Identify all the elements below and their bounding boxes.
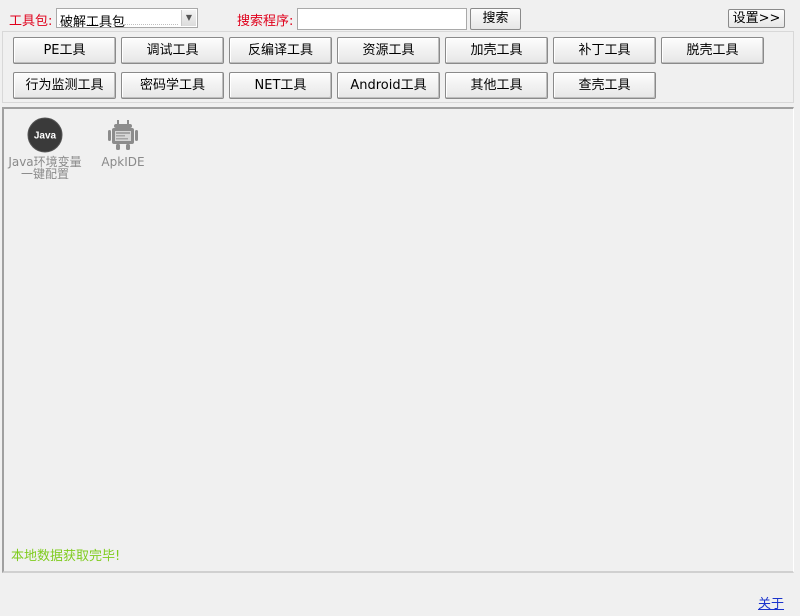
- tool-list-panel: Java Java环境变量一键配置 ApkIDE 本地数据获取完毕!: [2, 107, 794, 573]
- tool-item-label: ApkIDE: [101, 155, 145, 169]
- apkide-icon[interactable]: [105, 117, 141, 153]
- category-resource-tools[interactable]: 资源工具: [337, 37, 440, 64]
- search-input[interactable]: [297, 8, 467, 30]
- category-behavior-monitor-tools[interactable]: 行为监测工具: [13, 72, 116, 99]
- category-unpack-tools[interactable]: 脱壳工具: [661, 37, 764, 64]
- category-decompile-tools[interactable]: 反编译工具: [229, 37, 332, 64]
- search-button[interactable]: 搜索: [470, 8, 521, 30]
- package-select[interactable]: 破解工具包 ▼: [56, 8, 198, 30]
- app-window: 工具包: 破解工具包 ▼ 搜索程序: 搜索 设置>> PE工具 调试工具 反编译…: [0, 0, 800, 616]
- category-patch-tools[interactable]: 补丁工具: [553, 37, 656, 64]
- chevron-down-icon[interactable]: ▼: [181, 10, 196, 26]
- package-label: 工具包:: [9, 14, 53, 29]
- category-net-tools[interactable]: NET工具: [229, 72, 332, 99]
- category-detect-packer-tools[interactable]: 查壳工具: [553, 72, 656, 99]
- category-android-tools[interactable]: Android工具: [337, 72, 440, 99]
- tool-item-java-env[interactable]: Java Java环境变量一键配置: [7, 117, 83, 180]
- category-packer-tools[interactable]: 加壳工具: [445, 37, 548, 64]
- package-select-value: 破解工具包: [60, 15, 126, 30]
- category-crypto-tools[interactable]: 密码学工具: [121, 72, 224, 99]
- category-debug-tools[interactable]: 调试工具: [121, 37, 224, 64]
- settings-button[interactable]: 设置>>: [728, 9, 785, 28]
- java-icon[interactable]: Java: [27, 117, 63, 153]
- tool-item-apkide[interactable]: ApkIDE: [85, 117, 161, 168]
- about-link[interactable]: 关于: [758, 593, 784, 612]
- tool-item-label: Java环境变量一键配置: [8, 155, 82, 181]
- svg-text:Java: Java: [34, 131, 57, 142]
- top-toolbar: 工具包: 破解工具包 ▼ 搜索程序: 搜索 设置>>: [0, 0, 800, 34]
- select-texture: [59, 24, 179, 25]
- status-text: 本地数据获取完毕!: [11, 549, 121, 564]
- category-panel: PE工具 调试工具 反编译工具 资源工具 加壳工具 补丁工具 脱壳工具 行为监测…: [2, 31, 794, 103]
- search-label: 搜索程序:: [237, 14, 294, 29]
- category-other-tools[interactable]: 其他工具: [445, 72, 548, 99]
- category-pe-tools[interactable]: PE工具: [13, 37, 116, 64]
